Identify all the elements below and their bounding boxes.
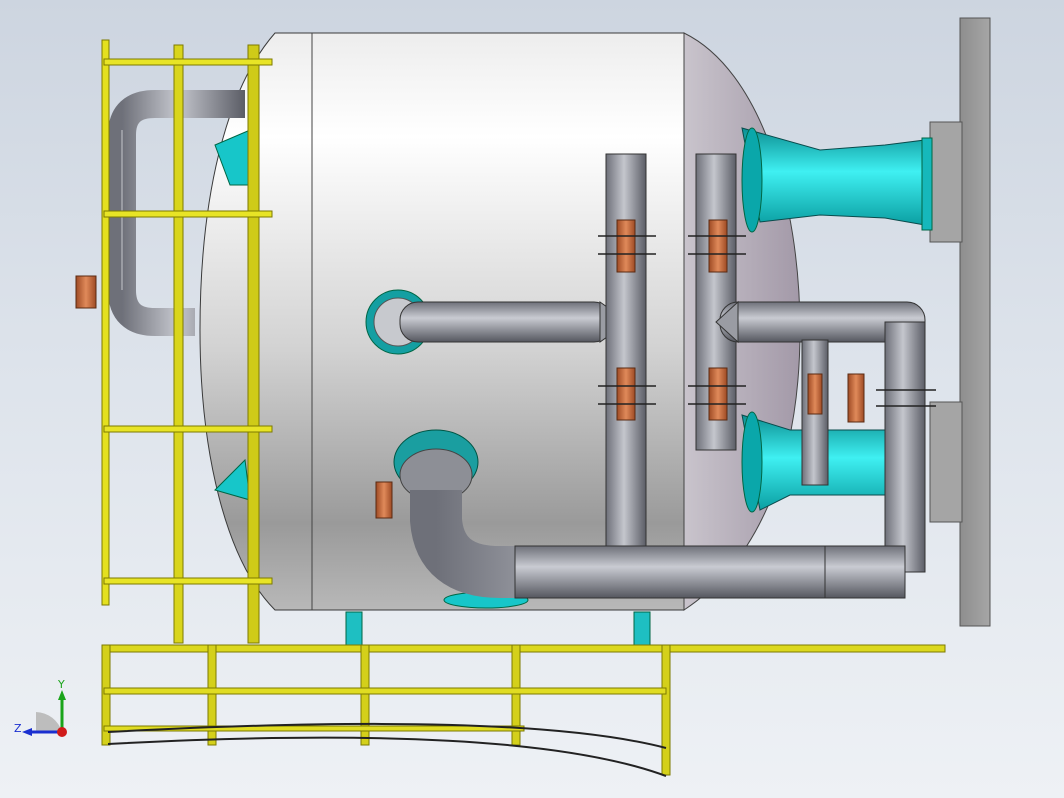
support-frame[interactable] — [929, 17, 991, 627]
cad-model-scene[interactable] — [0, 0, 1064, 798]
handrail-platform[interactable] — [101, 644, 946, 777]
axis-z-label: Z — [14, 722, 22, 735]
3d-viewport[interactable]: Y Z — [0, 0, 1064, 798]
vessel-legs — [345, 611, 651, 649]
axis-y-label: Y — [58, 678, 65, 691]
orientation-triad — [22, 690, 67, 737]
